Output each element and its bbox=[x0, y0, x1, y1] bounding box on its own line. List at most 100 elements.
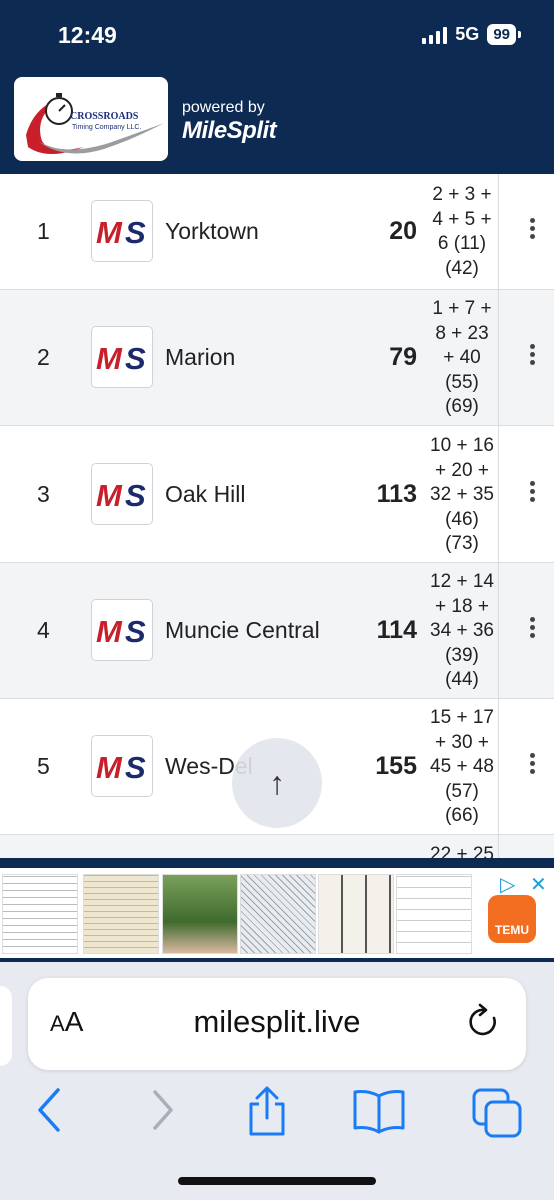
runner-places: 2 + 3 + 4 + 5 + 6 (11) (42) bbox=[424, 183, 500, 281]
result-row[interactable]: 4 M S Muncie Central 114 12 + 14 + 18 + 34 +… bbox=[0, 563, 554, 699]
signal-icon bbox=[422, 26, 448, 44]
place-number: 2 bbox=[37, 344, 50, 370]
runner-places-line: 22 + 25 bbox=[430, 844, 494, 858]
runner-places-line: 12 + 14 bbox=[430, 571, 494, 592]
battery-icon: 99 bbox=[487, 24, 521, 45]
team-name[interactable]: Marion bbox=[165, 344, 235, 371]
ad-image[interactable] bbox=[240, 874, 316, 954]
ad-choices-icon[interactable]: ▷ bbox=[500, 872, 515, 897]
svg-text:S: S bbox=[125, 478, 146, 513]
network-type: 5G bbox=[455, 24, 480, 44]
svg-text:M: M bbox=[96, 215, 123, 250]
runner-places-line: 10 + 16 bbox=[430, 435, 494, 456]
ms-logo-icon: M S bbox=[96, 478, 146, 513]
team-logo[interactable]: M S bbox=[91, 463, 153, 525]
more-options-icon[interactable] bbox=[530, 481, 536, 505]
more-options-icon[interactable] bbox=[530, 344, 536, 368]
runner-places: 12 + 14 + 18 + 34 + 36 (39) (44) bbox=[424, 570, 500, 693]
team-score: 114 bbox=[376, 616, 417, 644]
svg-text:S: S bbox=[125, 750, 146, 785]
result-row[interactable]: 1 M S Yorktown 20 2 + 3 + 4 + 5 + 6 (11) (42) bbox=[0, 174, 554, 290]
app-header: 12:49 5G 99 CROSSROADS Timing Company LL… bbox=[0, 0, 554, 174]
ad-image[interactable] bbox=[83, 874, 159, 954]
team-logo[interactable]: M S bbox=[91, 326, 153, 388]
ms-logo-icon: M S bbox=[96, 215, 146, 250]
runner-places-line: 32 + 35 bbox=[430, 484, 494, 505]
arrow-up-icon: ↑ bbox=[269, 764, 285, 801]
runner-places-line: (66) bbox=[445, 805, 479, 826]
svg-text:S: S bbox=[125, 341, 146, 376]
runner-places-line: (73) bbox=[445, 533, 479, 554]
brand-subtitle: Timing Company LLC. bbox=[72, 124, 142, 131]
bookmarks-icon[interactable] bbox=[350, 1084, 408, 1140]
runner-places-line: (44) bbox=[445, 669, 479, 690]
runner-places: 15 + 17 + 30 + 45 + 48 (57) (66) bbox=[424, 706, 500, 829]
runner-places-line: + 20 + bbox=[435, 459, 489, 481]
runner-places-line: + 30 + bbox=[435, 731, 489, 753]
runner-places-line: + 18 + bbox=[435, 595, 489, 617]
ad-image[interactable] bbox=[396, 874, 472, 954]
more-options-icon[interactable] bbox=[530, 753, 536, 777]
place-number: 1 bbox=[37, 218, 50, 244]
result-row[interactable]: 22 + 25 bbox=[0, 835, 554, 858]
team-score: 113 bbox=[376, 480, 417, 508]
team-name[interactable]: Oak Hill bbox=[165, 481, 246, 508]
ad-image[interactable] bbox=[162, 874, 238, 954]
place-number: 3 bbox=[37, 481, 50, 507]
svg-text:S: S bbox=[125, 215, 146, 250]
scroll-to-top-button[interactable]: ↑ bbox=[232, 738, 322, 828]
runner-places-line: (57) bbox=[445, 780, 479, 802]
ms-logo-icon: M S bbox=[96, 341, 146, 376]
ms-logo-icon: M S bbox=[96, 750, 146, 785]
status-icons: 5G 99 bbox=[422, 24, 521, 45]
svg-text:M: M bbox=[96, 341, 123, 376]
brand-name: CROSSROADS bbox=[70, 111, 139, 122]
svg-text:S: S bbox=[125, 614, 146, 649]
temu-logo[interactable]: TEMU bbox=[488, 895, 536, 943]
runner-places-line: 6 (11) bbox=[437, 233, 487, 254]
runner-places-line: 4 + 5 + bbox=[432, 208, 492, 230]
runner-places: 22 + 25 bbox=[424, 843, 500, 858]
status-time: 12:49 bbox=[58, 22, 117, 48]
team-logo[interactable]: M S bbox=[91, 200, 153, 262]
place-number: 4 bbox=[37, 617, 50, 643]
tabs-icon[interactable] bbox=[470, 1084, 526, 1140]
runner-places-line: (39) bbox=[445, 644, 479, 666]
screen: 12:49 5G 99 CROSSROADS Timing Company LL… bbox=[0, 0, 554, 1200]
place-number: 5 bbox=[37, 753, 50, 779]
reload-icon[interactable] bbox=[466, 1002, 502, 1042]
runner-places-line: 15 + 17 bbox=[430, 707, 494, 728]
home-indicator bbox=[178, 1177, 376, 1185]
result-row[interactable]: 2 M S Marion 79 1 + 7 + 8 + 23 + 40 (55) (69) bbox=[0, 290, 554, 426]
team-logo[interactable]: M S bbox=[91, 735, 153, 797]
crossroads-logo[interactable]: CROSSROADS Timing Company LLC. bbox=[14, 77, 168, 161]
more-options-icon[interactable] bbox=[530, 617, 536, 641]
team-score: 20 bbox=[389, 217, 417, 245]
runner-places-line: 1 + 7 + bbox=[432, 298, 492, 319]
ms-logo-icon: M S bbox=[96, 614, 146, 649]
runner-places-line: 34 + 36 bbox=[430, 620, 494, 641]
powered-by-label: powered by bbox=[182, 99, 265, 116]
runner-places-line: + 40 bbox=[443, 347, 481, 368]
runner-places-line: (42) bbox=[445, 257, 479, 279]
more-options-icon[interactable] bbox=[530, 218, 536, 242]
runner-places-line: 8 + 23 bbox=[435, 322, 489, 344]
runner-places-line: (69) bbox=[445, 396, 479, 417]
runner-places-line: (46) bbox=[445, 508, 479, 530]
team-name[interactable]: Yorktown bbox=[165, 218, 259, 245]
svg-text:M: M bbox=[96, 614, 123, 649]
back-icon[interactable] bbox=[32, 1084, 68, 1136]
ad-image[interactable] bbox=[318, 874, 394, 954]
result-row[interactable]: 3 M S Oak Hill 113 10 + 16 + 20 + 32 + 35 (46… bbox=[0, 426, 554, 563]
forward-icon[interactable] bbox=[145, 1084, 181, 1136]
team-name[interactable]: Muncie Central bbox=[165, 617, 320, 644]
runner-places: 10 + 16 + 20 + 32 + 35 (46) (73) bbox=[424, 434, 500, 557]
svg-text:M: M bbox=[96, 478, 123, 513]
milesplit-logo[interactable]: MileSplit bbox=[182, 117, 277, 145]
share-icon[interactable] bbox=[243, 1084, 291, 1140]
ad-image[interactable] bbox=[2, 874, 78, 954]
close-icon[interactable]: ✕ bbox=[530, 872, 547, 897]
ad-divider bbox=[0, 858, 554, 868]
ad-banner[interactable] bbox=[0, 868, 554, 958]
team-logo[interactable]: M S bbox=[91, 599, 153, 661]
